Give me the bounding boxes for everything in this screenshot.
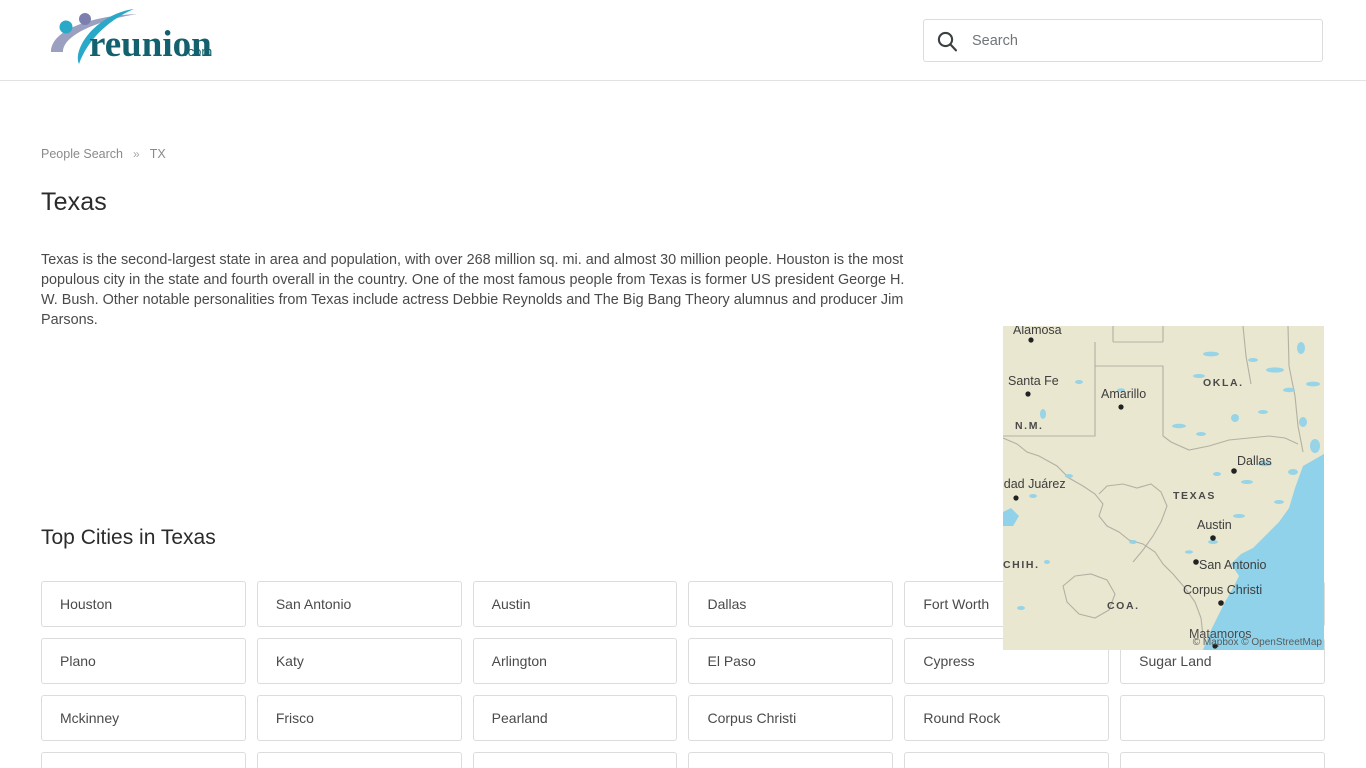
- map-region-label: COA.: [1107, 600, 1140, 612]
- map-city-label: Ciudad Juárez: [1003, 477, 1066, 491]
- page-body: People Search » TX Texas Texas is the se…: [0, 148, 1366, 768]
- city-tile[interactable]: Corpus Christi: [688, 694, 894, 741]
- map-city-dot: [1118, 404, 1124, 410]
- city-tile[interactable]: San Antonio: [256, 580, 462, 627]
- city-tile[interactable]: [904, 751, 1110, 768]
- map-attribution: © Mapbox © OpenStreetMap: [1192, 637, 1322, 648]
- map-city-label: Corpus Christi: [1183, 583, 1262, 597]
- city-tile[interactable]: [1120, 751, 1325, 768]
- city-tile[interactable]: El Paso: [688, 637, 894, 684]
- map-city-dot: [1193, 559, 1199, 565]
- breadcrumb: People Search » TX: [41, 148, 1325, 161]
- map-city-label: Amarillo: [1101, 387, 1146, 401]
- map-city-label: Santa Fe: [1008, 374, 1059, 388]
- city-tile[interactable]: Round Rock: [904, 694, 1110, 741]
- map-city-dot: [1013, 495, 1019, 501]
- logo-suffix: .com: [184, 44, 212, 59]
- map-region-label: CHIH.: [1003, 559, 1040, 571]
- state-map[interactable]: N.M. OKLA. TEXAS CHIH. COA. Alamosa Sant…: [1003, 326, 1324, 650]
- map-city-dot: [1218, 600, 1224, 606]
- breadcrumb-item-tx[interactable]: TX: [150, 148, 166, 161]
- city-tile[interactable]: Dallas: [688, 580, 894, 627]
- search-icon: [936, 30, 958, 52]
- map-city-dot: [1231, 468, 1237, 474]
- search-box[interactable]: [923, 19, 1323, 62]
- page-title: Texas: [41, 187, 107, 216]
- map-city-dot: [1210, 535, 1216, 541]
- city-tile[interactable]: Frisco: [256, 694, 462, 741]
- city-tile[interactable]: Houston: [41, 580, 246, 627]
- city-tile[interactable]: [256, 751, 462, 768]
- map-city-label: Alamosa: [1013, 326, 1062, 337]
- map-city-dot: [1028, 337, 1034, 343]
- map-city-label: Austin: [1197, 518, 1232, 532]
- city-tile[interactable]: Austin: [472, 580, 678, 627]
- city-tile[interactable]: Katy: [256, 637, 462, 684]
- city-tile[interactable]: [472, 751, 678, 768]
- map-city-dot: [1025, 391, 1031, 397]
- city-tile[interactable]: [688, 751, 894, 768]
- city-tile[interactable]: [1120, 694, 1325, 741]
- map-region-label: OKLA.: [1203, 377, 1244, 389]
- site-logo[interactable]: reunion .com: [41, 6, 216, 72]
- city-tile[interactable]: Plano: [41, 637, 246, 684]
- search-input[interactable]: [970, 31, 1310, 50]
- breadcrumb-item-people-search[interactable]: People Search: [41, 148, 123, 161]
- map-city-label: San Antonio: [1199, 558, 1266, 572]
- city-tile[interactable]: Mckinney: [41, 694, 246, 741]
- city-tile[interactable]: Arlington: [472, 637, 678, 684]
- breadcrumb-separator: »: [133, 147, 140, 162]
- map-city-label: Dallas: [1237, 454, 1272, 468]
- map-region-label: TEXAS: [1173, 490, 1216, 502]
- site-header: reunion .com: [0, 0, 1366, 81]
- city-tile[interactable]: Pearland: [472, 694, 678, 741]
- state-description: Texas is the second-largest state in are…: [41, 251, 905, 328]
- city-tile[interactable]: [41, 751, 246, 768]
- map-region-label: N.M.: [1015, 420, 1044, 432]
